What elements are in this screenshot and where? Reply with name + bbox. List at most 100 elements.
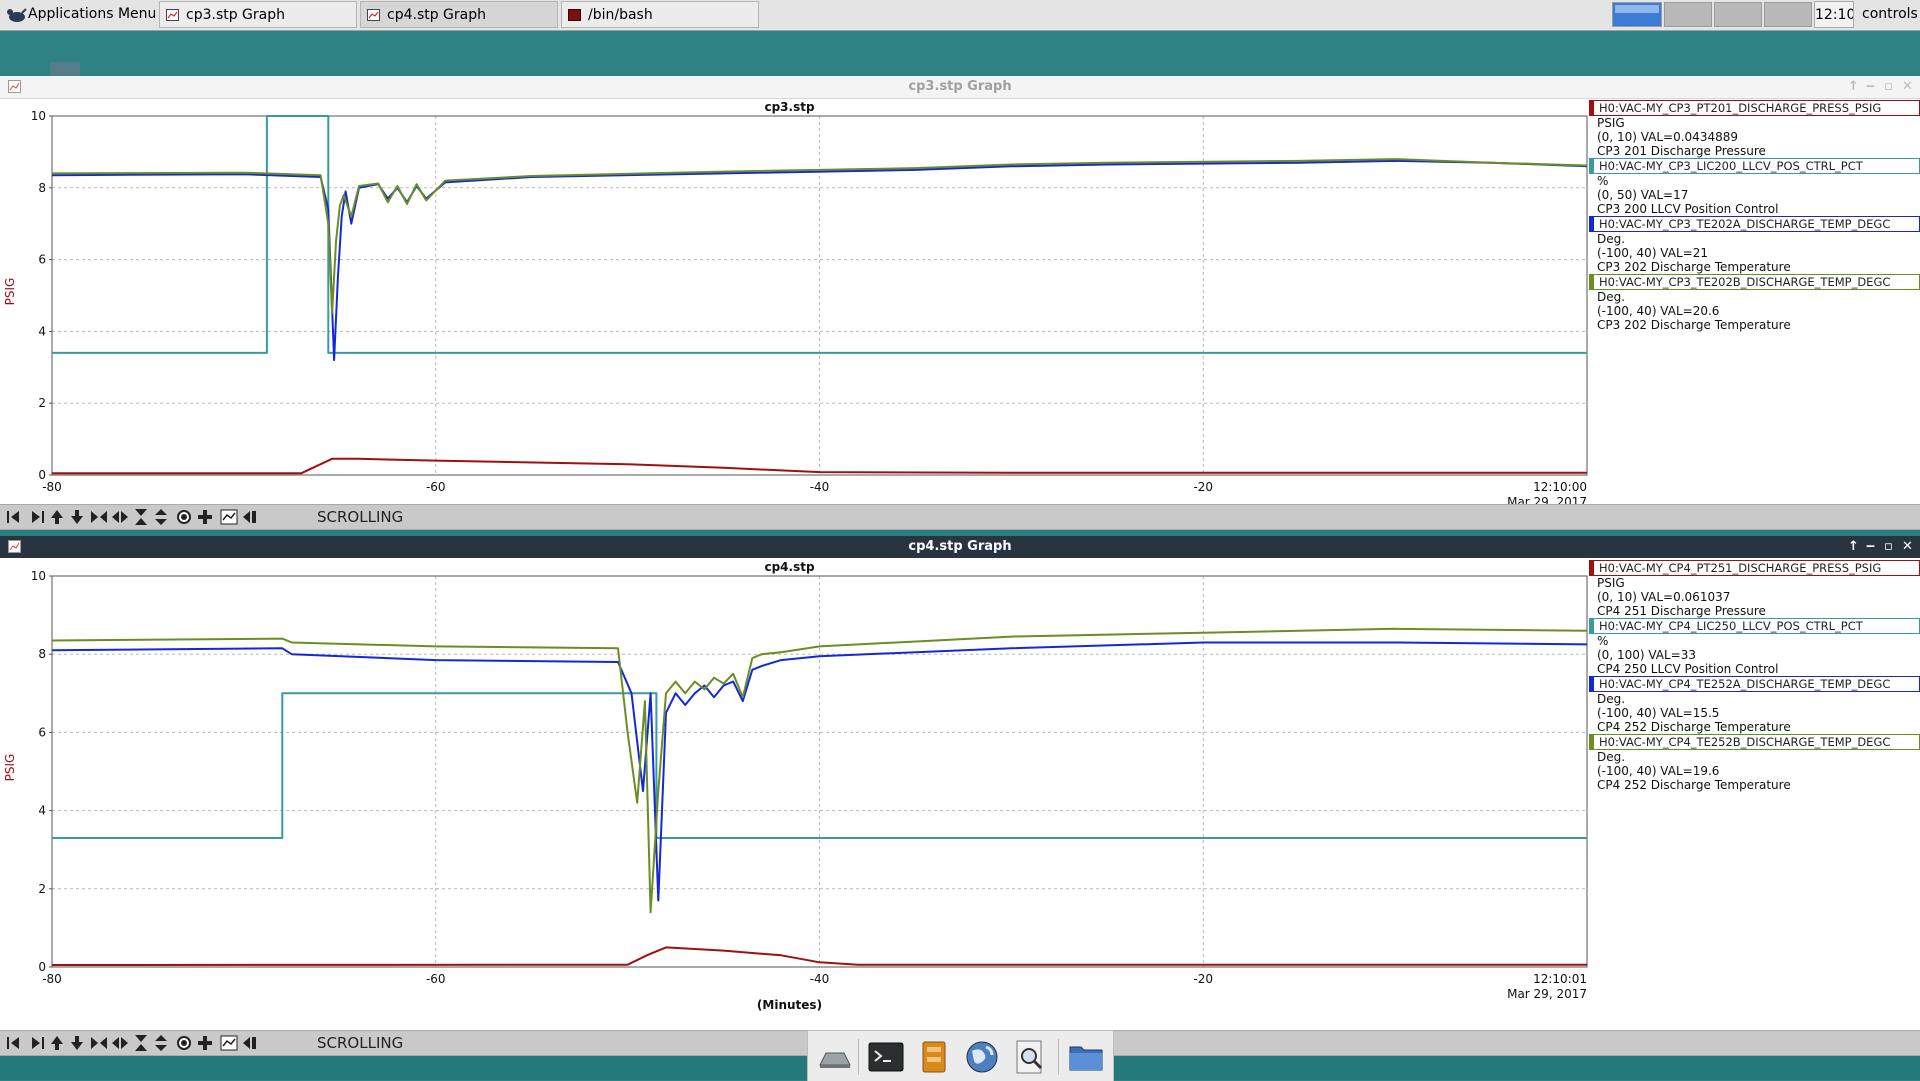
- legend-channel-name[interactable]: H0:VAC-MY_CP3_TE202A_DISCHARGE_TEMP_DEGC: [1589, 216, 1920, 232]
- legend-range: (0, 50) VAL=17: [1597, 188, 1689, 202]
- window-title: cp3.stp Graph: [908, 79, 1012, 94]
- legend-item[interactable]: H0:VAC-MY_CP4_TE252B_DISCHARGE_TEMP_DEGC…: [1589, 734, 1920, 792]
- folder-icon[interactable]: [1066, 1037, 1106, 1077]
- legend-unit: %: [1597, 174, 1609, 188]
- pan-right-icon[interactable]: [25, 507, 47, 527]
- legend-item[interactable]: H0:VAC-MY_CP4_TE252A_DISCHARGE_TEMP_DEGC…: [1589, 676, 1920, 734]
- legend-item[interactable]: H0:VAC-MY_CP4_LIC250_LLCV_POS_CTRL_PCT%(…: [1589, 618, 1920, 676]
- user-label[interactable]: controls: [1862, 1, 1918, 28]
- taskbar-item-cp3-graph[interactable]: cp3.stp Graph: [159, 1, 357, 28]
- x-end-date: Mar 29, 2017: [1507, 495, 1587, 504]
- desktop-folder-icon[interactable]: [50, 62, 80, 76]
- x-tick-label: -80: [42, 972, 62, 986]
- window-titlebar[interactable]: cp3.stp Graph ↑ ‒ ▫ ✕: [0, 76, 1920, 99]
- pan-right-icon[interactable]: [25, 1033, 47, 1053]
- auto-scale-icon[interactable]: [218, 507, 240, 527]
- scroll-mode-icon[interactable]: [239, 1033, 261, 1053]
- legend-range: (0, 100) VAL=33: [1597, 648, 1697, 662]
- legend-channel-name[interactable]: H0:VAC-MY_CP3_TE202B_DISCHARGE_TEMP_DEGC: [1589, 274, 1920, 290]
- y-tick-label: 4: [38, 804, 46, 818]
- legend-item[interactable]: H0:VAC-MY_CP3_TE202A_DISCHARGE_TEMP_DEGC…: [1589, 216, 1920, 274]
- window-menu-icon[interactable]: [8, 80, 21, 93]
- auto-scale-icon[interactable]: [218, 1033, 240, 1053]
- legend-channel-name[interactable]: H0:VAC-MY_CP4_PT251_DISCHARGE_PRESS_PSIG: [1589, 560, 1920, 576]
- legend-item[interactable]: H0:VAC-MY_CP4_PT251_DISCHARGE_PRESS_PSIG…: [1589, 560, 1920, 618]
- maximize-icon[interactable]: ▫: [1884, 76, 1893, 98]
- pan-up-icon[interactable]: [46, 1033, 68, 1053]
- record-icon[interactable]: [173, 507, 195, 527]
- legend-channel-name[interactable]: H0:VAC-MY_CP4_LIC250_LLCV_POS_CTRL_PCT: [1589, 618, 1920, 634]
- zoom-x-out-icon[interactable]: [109, 1033, 131, 1053]
- add-icon[interactable]: [194, 1033, 216, 1053]
- legend-unit: PSIG: [1597, 116, 1625, 130]
- shade-icon[interactable]: ↑: [1848, 76, 1859, 98]
- desktop-icon[interactable]: [814, 1037, 854, 1077]
- legend-channel-name[interactable]: H0:VAC-MY_CP4_TE252B_DISCHARGE_TEMP_DEGC: [1589, 734, 1920, 750]
- graph-toolbar: SCROLLING: [0, 504, 1920, 530]
- zoom-x-in-icon[interactable]: [88, 507, 110, 527]
- legend-item[interactable]: H0:VAC-MY_CP3_PT201_DISCHARGE_PRESS_PSIG…: [1589, 100, 1920, 158]
- close-icon[interactable]: ✕: [1902, 76, 1913, 98]
- close-icon[interactable]: ✕: [1902, 536, 1913, 558]
- legend-range: (0, 10) VAL=0.061037: [1597, 590, 1731, 604]
- pan-up-icon[interactable]: [46, 507, 68, 527]
- maximize-icon[interactable]: ▫: [1884, 536, 1893, 558]
- legend-range: (-100, 40) VAL=19.6: [1597, 764, 1720, 778]
- pan-left-icon[interactable]: [4, 1033, 26, 1053]
- legend-unit: %: [1597, 634, 1609, 648]
- y-axis-label: PSIG: [3, 754, 17, 782]
- pan-left-icon[interactable]: [4, 507, 26, 527]
- minimize-icon[interactable]: ‒: [1866, 76, 1875, 98]
- add-icon[interactable]: [194, 507, 216, 527]
- y-tick-label: 10: [31, 569, 46, 583]
- stripchart-plot[interactable]: cp3.stp0246810-80 -60 -40 -20 12:10:00Mar 29…: [0, 98, 1589, 504]
- y-axis-label: PSIG: [3, 278, 17, 306]
- xfce-mouse-icon: [7, 8, 27, 22]
- taskbar-item-cp4-graph[interactable]: cp4.stp Graph: [360, 1, 558, 28]
- legend-desc: CP4 251 Discharge Pressure: [1597, 604, 1766, 618]
- applications-menu-label: Applications Menu: [28, 6, 155, 22]
- y-tick-label: 2: [38, 882, 46, 896]
- legend-unit: PSIG: [1597, 576, 1625, 590]
- y-tick-label: 10: [31, 109, 46, 123]
- zoom-x-out-icon[interactable]: [109, 507, 131, 527]
- window-menu-icon[interactable]: [8, 540, 21, 553]
- x-tick-label: -20: [1193, 972, 1213, 986]
- file-manager-icon[interactable]: [914, 1037, 954, 1077]
- legend-channel-name[interactable]: H0:VAC-MY_CP3_LIC200_LLCV_POS_CTRL_PCT: [1589, 158, 1920, 174]
- zoom-y-out-icon[interactable]: [150, 507, 172, 527]
- zoom-y-in-icon[interactable]: [130, 1033, 152, 1053]
- zoom-y-out-icon[interactable]: [150, 1033, 172, 1053]
- legend-item[interactable]: H0:VAC-MY_CP3_LIC200_LLCV_POS_CTRL_PCT%(…: [1589, 158, 1920, 216]
- zoom-y-in-icon[interactable]: [130, 507, 152, 527]
- window-titlebar[interactable]: cp4.stp Graph ↑ ‒ ▫ ✕: [0, 536, 1920, 558]
- zoom-x-in-icon[interactable]: [88, 1033, 110, 1053]
- browser-icon[interactable]: [962, 1037, 1002, 1077]
- terminal-icon[interactable]: [866, 1037, 906, 1077]
- taskbar-item-label: cp3.stp Graph: [186, 7, 286, 23]
- pan-down-icon[interactable]: [66, 1033, 88, 1053]
- workspace-4[interactable]: [1764, 2, 1812, 27]
- legend-desc: CP4 252 Discharge Temperature: [1597, 720, 1791, 734]
- chart-title: cp4.stp: [764, 560, 814, 574]
- scroll-mode-icon[interactable]: [239, 507, 261, 527]
- chart-title: cp3.stp: [764, 100, 814, 114]
- legend-item[interactable]: H0:VAC-MY_CP3_TE202B_DISCHARGE_TEMP_DEGC…: [1589, 274, 1920, 332]
- legend-desc: CP3 200 LLCV Position Control: [1597, 202, 1779, 216]
- x-tick-label: -60: [426, 480, 446, 494]
- workspace-1[interactable]: [1612, 2, 1662, 27]
- legend-channel-name[interactable]: H0:VAC-MY_CP4_TE252A_DISCHARGE_TEMP_DEGC: [1589, 676, 1920, 692]
- search-icon[interactable]: [1010, 1037, 1050, 1077]
- record-icon[interactable]: [173, 1033, 195, 1053]
- applications-menu-button[interactable]: Applications Menu: [0, 1, 155, 28]
- x-end-time: 12:10:01: [1533, 972, 1587, 986]
- workspace-2[interactable]: [1664, 2, 1712, 27]
- pan-down-icon[interactable]: [66, 507, 88, 527]
- minimize-icon[interactable]: ‒: [1866, 536, 1875, 558]
- legend-channel-name[interactable]: H0:VAC-MY_CP3_PT201_DISCHARGE_PRESS_PSIG: [1589, 100, 1920, 116]
- clock[interactable]: 12:10: [1814, 1, 1854, 28]
- stripchart-plot[interactable]: cp4.stp0246810-80 -60 -40 -20 12:10:01Mar 29…: [0, 558, 1589, 1030]
- workspace-3[interactable]: [1714, 2, 1762, 27]
- shade-icon[interactable]: ↑: [1848, 536, 1859, 558]
- taskbar-item-bash[interactable]: /bin/bash: [561, 1, 759, 28]
